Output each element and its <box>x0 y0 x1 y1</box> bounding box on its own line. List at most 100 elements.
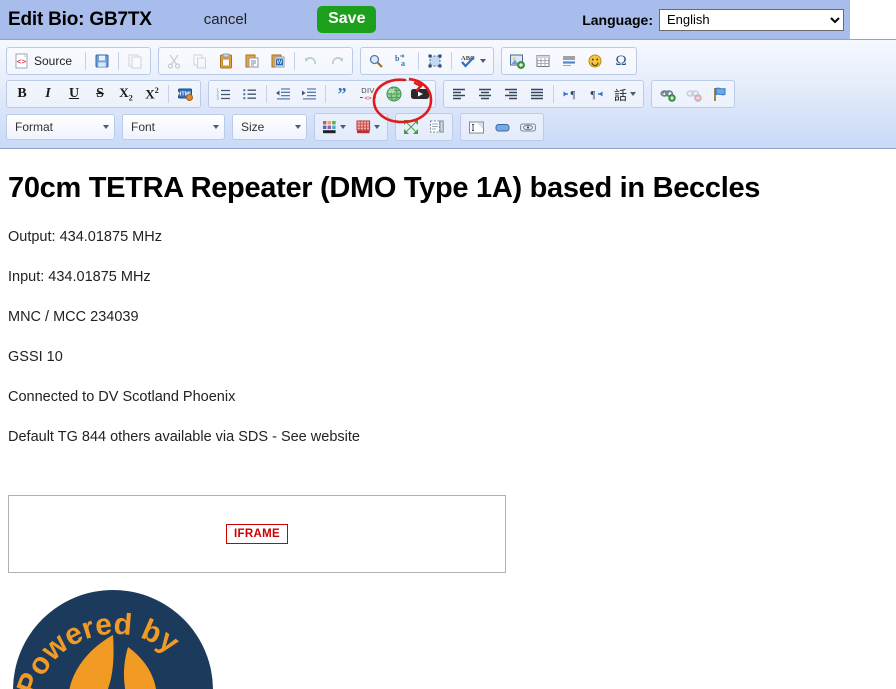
toolbar-row-1: <> Source W b a ABC Ω <box>6 45 892 77</box>
align-right-button[interactable] <box>499 83 523 105</box>
format-dropdown-label: Format <box>15 120 54 134</box>
paste-plain-text-icon <box>244 53 260 69</box>
blockquote-quote-icon: ” <box>337 83 347 104</box>
iframe-tag-label: IFRAME <box>226 524 288 544</box>
align-center-button[interactable] <box>473 83 497 105</box>
svg-text:¶: ¶ <box>591 89 596 101</box>
toolbar-group-insert: Ω <box>501 47 638 75</box>
toolbar-group-forms <box>460 113 544 141</box>
button-field-button[interactable] <box>490 116 514 138</box>
remove-format-button[interactable]: HTML <box>173 83 197 105</box>
font-dropdown[interactable]: Font <box>122 114 225 140</box>
magnifier-icon <box>368 53 384 69</box>
superscript-button[interactable]: X2 <box>140 83 164 105</box>
size-dropdown[interactable]: Size <box>232 114 307 140</box>
smiley-button[interactable] <box>583 50 607 72</box>
special-char-button[interactable]: Ω <box>609 50 633 72</box>
toolbar-divider <box>168 85 169 103</box>
hidden-field-button[interactable] <box>516 116 540 138</box>
strikethrough-button[interactable]: S <box>88 83 112 105</box>
globe-link-icon <box>385 85 403 103</box>
paste-text-button[interactable] <box>240 50 264 72</box>
subscript-icon: X2 <box>119 85 133 103</box>
align-left-icon <box>451 86 467 102</box>
background-color-button[interactable] <box>352 116 384 138</box>
insert-link-button[interactable] <box>655 83 679 105</box>
save-button[interactable]: Save <box>317 6 377 33</box>
justify-button[interactable] <box>525 83 549 105</box>
underline-icon: U <box>68 86 80 101</box>
svg-text:¶: ¶ <box>571 89 576 101</box>
redo-button[interactable] <box>325 50 349 72</box>
background-color-grid-icon <box>356 120 371 134</box>
paste-button[interactable] <box>214 50 238 72</box>
copy-icon <box>192 53 208 69</box>
align-left-button[interactable] <box>447 83 471 105</box>
toolbar-divider <box>294 52 296 70</box>
spellcheck-button[interactable]: ABC <box>456 50 490 72</box>
show-blocks-button[interactable] <box>425 116 449 138</box>
maximize-button[interactable] <box>399 116 423 138</box>
maximize-arrows-icon <box>403 119 419 135</box>
bulleted-list-button[interactable] <box>238 83 262 105</box>
document-paragraph: Default TG 844 others available via SDS … <box>8 429 360 445</box>
chevron-down-icon <box>213 125 219 129</box>
video-button[interactable] <box>408 83 432 105</box>
toolbar-group-editing: b a ABC <box>360 47 495 75</box>
replace-button[interactable]: b a <box>390 50 414 72</box>
new-page-button[interactable] <box>123 50 147 72</box>
source-button[interactable]: <> Source <box>10 50 81 72</box>
unlink-button[interactable] <box>681 83 705 105</box>
svg-text:W: W <box>277 60 283 66</box>
text-color-swatch-icon <box>322 120 337 134</box>
italic-button[interactable]: I <box>36 83 60 105</box>
html-remove-format-icon: HTML <box>177 86 193 102</box>
toolbar-group-basic-styles: B I U S X2 X2 HTML <box>6 80 201 108</box>
numbered-list-button[interactable]: 1 2 3 <box>212 83 236 105</box>
editor-content-area[interactable]: 70cm TETRA Repeater (DMO Type 1A) based … <box>0 150 896 689</box>
toolbar-row-3: Format Font Size <box>6 111 892 143</box>
text-field-button[interactable] <box>464 116 488 138</box>
language-select[interactable]: English <box>659 8 844 31</box>
bulleted-list-icon <box>242 86 258 102</box>
ltr-button[interactable]: ¶ <box>558 83 582 105</box>
subscript-button[interactable]: X2 <box>114 83 138 105</box>
table-button[interactable] <box>531 50 555 72</box>
link-globe-button[interactable] <box>382 83 406 105</box>
rtl-button[interactable]: ¶ <box>584 83 608 105</box>
outdent-button[interactable] <box>271 83 295 105</box>
form-button-icon <box>494 120 511 135</box>
find-button[interactable] <box>364 50 388 72</box>
paste-word-button[interactable]: W <box>266 50 290 72</box>
indent-button[interactable] <box>297 83 321 105</box>
svg-text:3: 3 <box>217 96 220 101</box>
toolbar-divider <box>325 85 326 103</box>
horizontal-rule-button[interactable] <box>557 50 581 72</box>
anchor-button[interactable] <box>707 83 731 105</box>
text-color-button[interactable] <box>318 116 350 138</box>
underline-button[interactable]: U <box>62 83 86 105</box>
size-dropdown-label: Size <box>241 120 265 134</box>
save-doc-button[interactable] <box>90 50 114 72</box>
form-hidden-field-icon <box>519 120 537 135</box>
create-div-button[interactable]: DIV <> <box>356 83 380 105</box>
iframe-placeholder-box[interactable]: IFRAME <box>8 495 506 573</box>
bold-button[interactable]: B <box>10 83 34 105</box>
show-blocks-icon <box>429 119 445 135</box>
image-button[interactable] <box>505 50 529 72</box>
copy-button[interactable] <box>188 50 212 72</box>
undo-button[interactable] <box>299 50 323 72</box>
blockquote-button[interactable]: ” <box>330 83 354 105</box>
toolbar-group-paragraph: 1 2 3 ” DIV <> <box>208 80 436 108</box>
clipboard-icon <box>218 53 234 69</box>
smiley-face-icon <box>587 53 603 69</box>
document-paragraph: Connected to DV Scotland Phoenix <box>8 389 236 405</box>
select-all-button[interactable] <box>423 50 447 72</box>
text-direction-rtl-icon: ¶ <box>588 86 604 102</box>
cut-button[interactable] <box>162 50 186 72</box>
floppy-disk-icon <box>94 53 110 69</box>
cancel-link[interactable]: cancel <box>204 11 247 28</box>
format-dropdown[interactable]: Format <box>6 114 115 140</box>
language-menu-button[interactable]: 話 <box>610 83 640 105</box>
select-all-icon <box>427 53 443 69</box>
